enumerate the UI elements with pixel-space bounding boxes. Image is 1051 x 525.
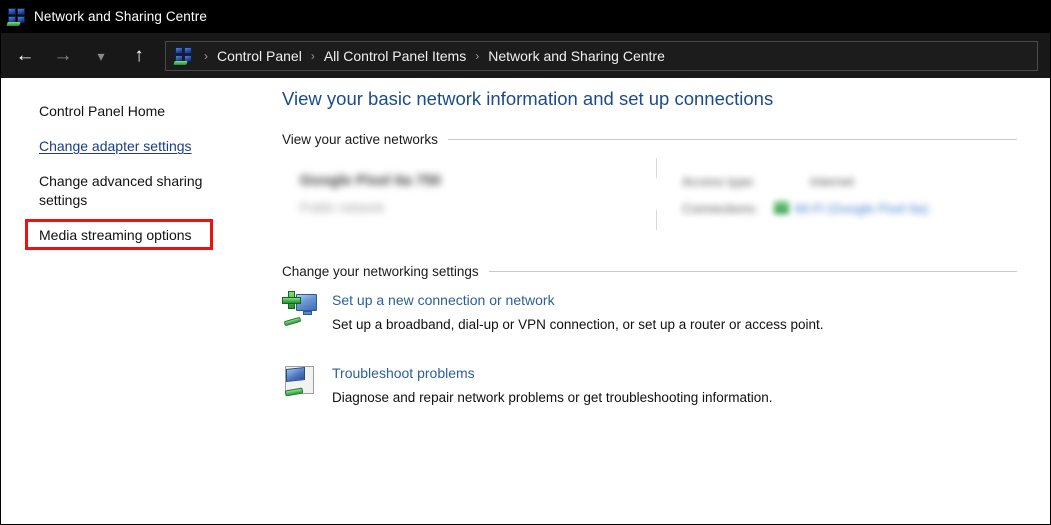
task-set-up-new-connection[interactable]: Set up a new connection or network Set u…: [282, 290, 824, 332]
sidebar: Control Panel Home Change adapter settin…: [1, 78, 266, 523]
breadcrumb-separator: ›: [310, 48, 315, 63]
troubleshoot-problems-description: Diagnose and repair network problems or …: [332, 390, 773, 405]
section-heading-active-networks-label: View your active networks: [282, 132, 438, 147]
active-network-type: Public network: [300, 200, 385, 215]
breadcrumb-control-panel[interactable]: Control Panel: [217, 48, 302, 64]
access-type-value: Internet: [810, 174, 855, 189]
new-connection-icon: [282, 291, 318, 327]
content-area: Control Panel Home Change adapter settin…: [1, 78, 1050, 523]
breadcrumb-separator: ›: [475, 48, 480, 63]
section-heading-networking-settings: Change your networking settings: [282, 264, 1017, 279]
task-body: Troubleshoot problems Diagnose and repai…: [332, 363, 773, 405]
active-networks-block: Google Pixel 6a 750 Public network Acces…: [282, 158, 1017, 230]
task-body: Set up a new connection or network Set u…: [332, 290, 824, 332]
active-networks-divider: [656, 158, 657, 230]
breadcrumb-network-and-sharing-centre[interactable]: Network and Sharing Centre: [488, 48, 665, 64]
section-rule: [447, 139, 1017, 140]
sidebar-item-change-adapter-settings[interactable]: Change adapter settings: [39, 137, 192, 156]
connection-link[interactable]: Wi-Fi (Google Pixel 6a): [794, 201, 928, 216]
section-heading-active-networks: View your active networks: [282, 132, 1017, 147]
forward-arrow-icon[interactable]: →: [48, 41, 78, 71]
active-network-name: Google Pixel 6a 750: [300, 172, 441, 189]
address-bar[interactable]: › Control Panel › All Control Panel Item…: [165, 40, 1038, 71]
chevron-down-icon[interactable]: ▾: [86, 41, 116, 71]
troubleshoot-problems-link[interactable]: Troubleshoot problems: [332, 365, 773, 381]
title-bar: Network and Sharing Centre: [1, 0, 1050, 33]
sidebar-item-change-advanced-sharing-settings[interactable]: Change advanced sharing settings: [39, 172, 219, 210]
network-and-sharing-centre-window: Network and Sharing Centre ← → ▾ ↑ › Con…: [0, 0, 1051, 525]
task-troubleshoot-problems[interactable]: Troubleshoot problems Diagnose and repai…: [282, 363, 773, 405]
navigation-toolbar: ← → ▾ ↑ › Control Panel › All Control Pa…: [1, 33, 1050, 78]
connections-label: Connections:: [682, 201, 758, 216]
sidebar-item-media-streaming-options[interactable]: Media streaming options: [39, 226, 219, 245]
troubleshoot-icon: [282, 364, 318, 400]
main-pane: View your basic network information and …: [266, 78, 1050, 523]
set-up-new-connection-description: Set up a broadband, dial-up or VPN conne…: [332, 317, 824, 332]
network-sharing-icon: [6, 7, 26, 26]
breadcrumb-separator: ›: [204, 48, 208, 63]
window-title: Network and Sharing Centre: [34, 9, 207, 24]
sidebar-item-control-panel-home[interactable]: Control Panel Home: [39, 102, 219, 121]
page-title: View your basic network information and …: [282, 88, 774, 109]
back-arrow-icon[interactable]: ←: [10, 41, 40, 71]
section-heading-networking-settings-label: Change your networking settings: [282, 264, 479, 279]
up-arrow-icon[interactable]: ↑: [124, 41, 154, 71]
section-rule: [488, 271, 1017, 272]
set-up-new-connection-link[interactable]: Set up a new connection or network: [332, 292, 824, 308]
breadcrumb-all-control-panel-items[interactable]: All Control Panel Items: [324, 48, 466, 64]
access-type-label: Access type:: [682, 174, 756, 189]
wifi-icon: [774, 201, 789, 214]
address-bar-network-icon: [173, 46, 193, 65]
